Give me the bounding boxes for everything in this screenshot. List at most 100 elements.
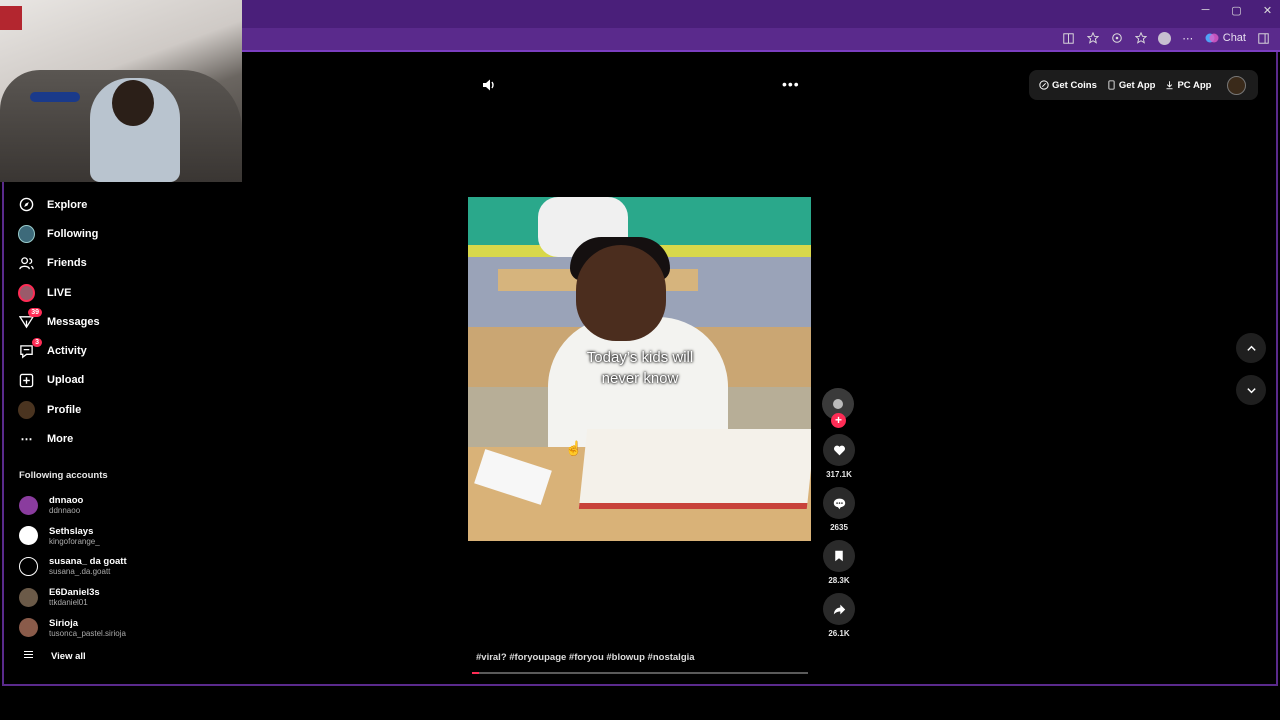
sidebar: Explore Following Friends LIVE 39 Messag… bbox=[2, 190, 238, 669]
browser-menu-icon[interactable]: ⋯ bbox=[1181, 31, 1195, 45]
sidebar-item-profile[interactable]: Profile bbox=[2, 395, 238, 424]
sidebar-item-more[interactable]: ⋯ More bbox=[2, 424, 238, 453]
sidebar-item-label: Explore bbox=[47, 198, 88, 211]
view-all-link[interactable]: View all bbox=[2, 643, 238, 669]
coin-icon bbox=[1039, 80, 1049, 90]
caption-line-2: never know bbox=[601, 370, 679, 387]
get-coins-label: Get Coins bbox=[1052, 79, 1097, 91]
sidebar-toggle-icon[interactable] bbox=[1256, 31, 1270, 45]
copilot-icon bbox=[1205, 33, 1219, 43]
copilot-chat-button[interactable]: Chat bbox=[1205, 31, 1246, 45]
sidebar-item-label: Upload bbox=[47, 374, 85, 387]
minimize-button[interactable]: ─ bbox=[1199, 4, 1212, 17]
like-count: 317.1K bbox=[826, 470, 852, 479]
profile-icon bbox=[18, 400, 35, 419]
user-avatar[interactable] bbox=[1227, 75, 1247, 95]
like-action: 317.1K bbox=[822, 434, 856, 479]
following-accounts-header: Following accounts bbox=[19, 469, 108, 481]
more-options-icon[interactable]: ••• bbox=[782, 76, 800, 92]
activity-badge: 3 bbox=[32, 337, 42, 347]
download-icon bbox=[1166, 81, 1173, 90]
close-button[interactable]: ✕ bbox=[1261, 4, 1274, 17]
following-account-e6daniel3s[interactable]: E6Daniel3s ttkdaniel01 bbox=[2, 582, 238, 613]
browser-profile-avatar[interactable] bbox=[1157, 31, 1171, 45]
compass-icon bbox=[18, 196, 35, 213]
split-screen-icon[interactable] bbox=[1062, 31, 1076, 45]
get-app-button[interactable]: Get App bbox=[1107, 79, 1156, 91]
follow-plus-button[interactable]: + bbox=[831, 413, 846, 428]
phone-icon bbox=[1108, 80, 1115, 90]
avatar bbox=[19, 587, 38, 607]
bookmark-icon bbox=[835, 550, 843, 562]
favorites-icon[interactable] bbox=[1134, 31, 1148, 45]
avatar bbox=[19, 556, 38, 576]
share-button[interactable] bbox=[823, 593, 855, 625]
sidebar-item-label: Following bbox=[47, 227, 99, 240]
account-name: Sirioja bbox=[49, 617, 79, 629]
messages-icon: 39 bbox=[18, 308, 42, 330]
account-name: dnnaoo bbox=[49, 495, 84, 507]
account-handle: kingoforange_ bbox=[49, 536, 100, 546]
bottom-letterbox bbox=[0, 688, 1280, 720]
video-caption: Today’s kids will never know bbox=[560, 347, 720, 389]
account-handle: tusonca_pastel.sirioja bbox=[49, 628, 126, 638]
window-controls: ─ ▢ ✕ bbox=[1199, 4, 1274, 17]
sidebar-item-explore[interactable]: Explore bbox=[2, 190, 238, 219]
account-name: E6Daniel3s bbox=[49, 587, 100, 599]
view-all-label: View all bbox=[51, 650, 86, 662]
video-progress-bar[interactable] bbox=[472, 672, 808, 674]
comment-count: 2635 bbox=[830, 523, 848, 532]
following-account-dnnaoo[interactable]: dnnaoo ddnnaoo bbox=[2, 490, 238, 521]
comment-icon bbox=[833, 498, 845, 509]
list-icon bbox=[24, 650, 33, 662]
volume-icon[interactable] bbox=[481, 77, 497, 93]
previous-video-button[interactable] bbox=[1236, 333, 1266, 363]
save-button[interactable] bbox=[823, 540, 855, 572]
friends-icon bbox=[18, 255, 35, 272]
pc-app-button[interactable]: PC App bbox=[1165, 80, 1211, 91]
sidebar-item-following[interactable]: Following bbox=[2, 219, 238, 248]
like-button[interactable] bbox=[823, 434, 855, 466]
get-app-label: Get App bbox=[1118, 79, 1156, 91]
sidebar-item-upload[interactable]: Upload bbox=[2, 366, 238, 395]
heart-icon bbox=[833, 445, 845, 455]
creator-avatar[interactable]: + bbox=[822, 388, 854, 428]
avatar bbox=[19, 618, 38, 638]
sidebar-item-label: Activity bbox=[47, 345, 87, 358]
share-icon bbox=[833, 604, 845, 614]
sidebar-item-messages[interactable]: 39 Messages bbox=[2, 307, 238, 336]
following-account-sirioja[interactable]: Sirioja tusonca_pastel.sirioja bbox=[2, 612, 238, 643]
live-icon bbox=[18, 283, 35, 302]
more-icon: ⋯ bbox=[20, 432, 33, 447]
comment-action: 2635 bbox=[822, 487, 856, 532]
save-action: 28.3K bbox=[822, 540, 856, 585]
favorite-star-icon[interactable] bbox=[1086, 31, 1100, 45]
extension-icon[interactable] bbox=[1110, 31, 1124, 45]
chat-label: Chat bbox=[1222, 32, 1246, 44]
share-action: 26.1K bbox=[822, 593, 856, 638]
following-account-sethslays[interactable]: Sethslays kingoforange_ bbox=[2, 520, 238, 551]
sidebar-item-friends[interactable]: Friends bbox=[2, 249, 238, 278]
top-right-actions: Get Coins Get App PC App bbox=[1029, 70, 1258, 100]
following-account-susana[interactable]: susana_ da goatt susana_.da.goatt bbox=[2, 551, 238, 582]
account-name: Sethslays bbox=[49, 525, 94, 537]
comment-button[interactable] bbox=[823, 487, 855, 519]
upload-icon bbox=[18, 372, 35, 389]
caption-line-1: Today’s kids will bbox=[586, 349, 694, 366]
webcam-overlay bbox=[0, 0, 242, 182]
sidebar-item-label: Profile bbox=[47, 403, 82, 416]
hand-cursor-icon: ☝ bbox=[565, 440, 583, 456]
get-coins-button[interactable]: Get Coins bbox=[1039, 80, 1097, 91]
account-handle: susana_.da.goatt bbox=[49, 567, 111, 577]
sidebar-item-activity[interactable]: 3 Activity bbox=[2, 336, 238, 365]
pc-app-label: PC App bbox=[1177, 79, 1212, 91]
activity-icon: 3 bbox=[18, 337, 42, 360]
sidebar-item-live[interactable]: LIVE bbox=[2, 278, 238, 307]
video-hashtags[interactable]: #viral? #foryoupage #foryou #blowup #nos… bbox=[476, 652, 695, 663]
maximize-button[interactable]: ▢ bbox=[1230, 4, 1243, 17]
sidebar-item-label: Friends bbox=[47, 257, 87, 270]
next-video-button[interactable] bbox=[1236, 375, 1266, 405]
following-icon bbox=[18, 224, 35, 243]
account-handle: ddnnaoo bbox=[49, 506, 81, 516]
sidebar-item-label: More bbox=[47, 433, 74, 446]
